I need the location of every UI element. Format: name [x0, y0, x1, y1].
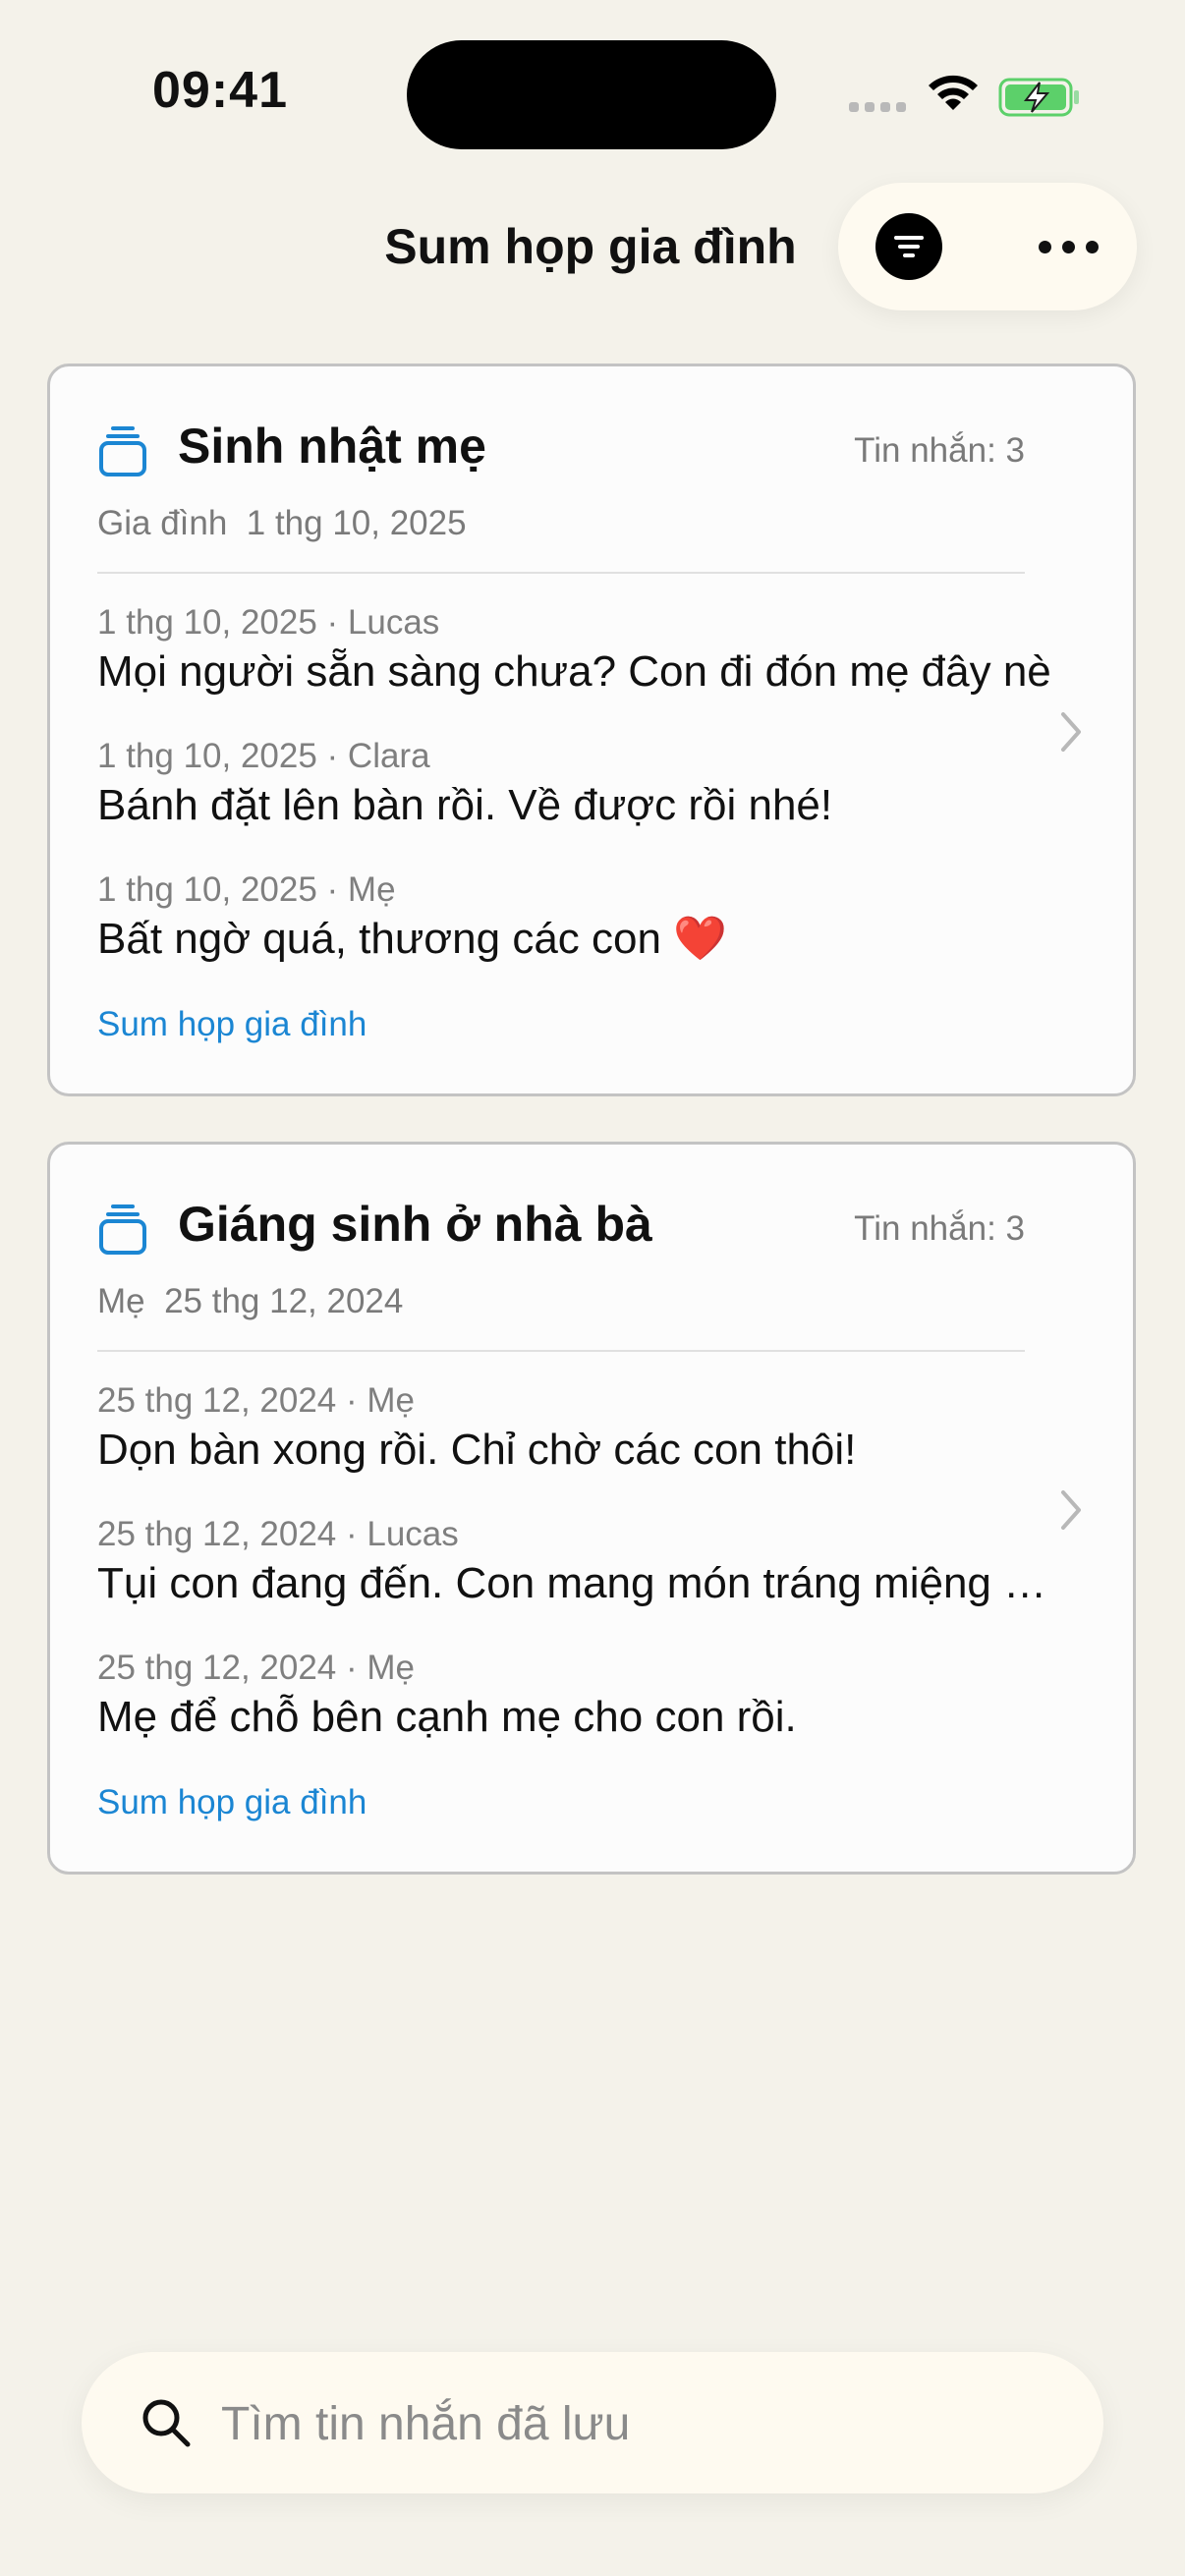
- thread-card-header: Sinh nhật mẹ Tin nhắn: 3: [97, 418, 1025, 480]
- status-time: 09:41: [152, 62, 288, 119]
- message-meta: 1 thg 10, 2025 · Mẹ: [97, 870, 396, 909]
- cellular-signal-icon: [849, 102, 908, 116]
- stack-icon: [99, 1204, 146, 1255]
- message-meta: 25 thg 12, 2024 · Mẹ: [97, 1649, 415, 1687]
- thread-meta: Mẹ 25 thg 12, 2024: [97, 1282, 404, 1320]
- battery-charging-icon: [998, 78, 1079, 117]
- message-text: Bất ngờ quá, thương các con: [97, 915, 661, 963]
- chevron-right-icon: [1061, 712, 1081, 752]
- divider: [97, 1350, 1025, 1352]
- search-input[interactable]: [219, 2381, 1068, 2466]
- more-dot-icon: [1085, 240, 1099, 253]
- dynamic-island: [407, 40, 776, 149]
- message-text: Dọn bàn xong rồi. Chỉ chờ các con thôi!: [97, 1426, 857, 1474]
- filter-button[interactable]: [875, 213, 942, 280]
- thread-title: Sinh nhật mẹ: [178, 419, 486, 474]
- message-item: 1 thg 10, 2025 · Mẹ Bất ngờ quá, thương …: [97, 869, 1070, 966]
- thread-meta: Gia đình 1 thg 10, 2025: [97, 504, 467, 542]
- more-dot-icon: [1038, 240, 1051, 253]
- message-meta: 25 thg 12, 2024 · Lucas: [97, 1515, 459, 1553]
- message-item: 25 thg 12, 2024 · Lucas Tụi con đang đến…: [97, 1514, 1070, 1610]
- thread-card[interactable]: Sinh nhật mẹ Tin nhắn: 3 Gia đình 1 thg …: [47, 364, 1136, 1096]
- message-meta: 25 thg 12, 2024 · Mẹ: [97, 1381, 415, 1420]
- header-actions: [838, 183, 1137, 310]
- message-item: 25 thg 12, 2024 · Mẹ Mẹ để chỗ bên cạnh …: [97, 1648, 1070, 1744]
- message-item: 1 thg 10, 2025 · Lucas Mọi người sẵn sàn…: [97, 602, 1070, 699]
- thread-card-header: Giáng sinh ở nhà bà Tin nhắn: 3: [97, 1196, 1025, 1259]
- message-text: Mẹ để chỗ bên cạnh mẹ cho con rồi.: [97, 1693, 797, 1741]
- message-text: Tụi con đang đến. Con mang món tráng miệ…: [97, 1559, 1070, 1607]
- message-item: 1 thg 10, 2025 · Clara Bánh đặt lên bàn …: [97, 736, 1070, 832]
- more-dot-icon: [1061, 240, 1075, 253]
- search-bar[interactable]: [82, 2352, 1103, 2493]
- message-meta: 1 thg 10, 2025 · Clara: [97, 737, 430, 775]
- search-icon: [142, 2399, 191, 2447]
- thread-card[interactable]: Giáng sinh ở nhà bà Tin nhắn: 3 Mẹ 25 th…: [47, 1142, 1136, 1875]
- message-text-row: Bất ngờ quá, thương các con ❤️: [97, 913, 1070, 966]
- more-options-button[interactable]: [1031, 218, 1105, 275]
- message-count: Tin nhắn: 3: [854, 431, 1025, 470]
- chevron-right-icon: [1061, 1490, 1081, 1530]
- group-link[interactable]: Sum họp gia đình: [97, 1005, 367, 1044]
- thread-title: Giáng sinh ở nhà bà: [178, 1197, 652, 1252]
- message-count: Tin nhắn: 3: [854, 1209, 1025, 1248]
- filter-icon: [894, 236, 924, 257]
- group-link[interactable]: Sum họp gia đình: [97, 1783, 367, 1822]
- message-text: Mọi người sẵn sàng chưa? Con đi đón mẹ đ…: [97, 647, 1051, 696]
- message-text: Bánh đặt lên bàn rồi. Về được rồi nhé!: [97, 781, 833, 829]
- message-meta: 1 thg 10, 2025 · Lucas: [97, 603, 440, 642]
- heart-icon: ❤️: [673, 915, 727, 963]
- wifi-icon: [929, 75, 978, 110]
- message-item: 25 thg 12, 2024 · Mẹ Dọn bàn xong rồi. C…: [97, 1380, 1070, 1477]
- stack-icon: [99, 426, 146, 476]
- divider: [97, 572, 1025, 574]
